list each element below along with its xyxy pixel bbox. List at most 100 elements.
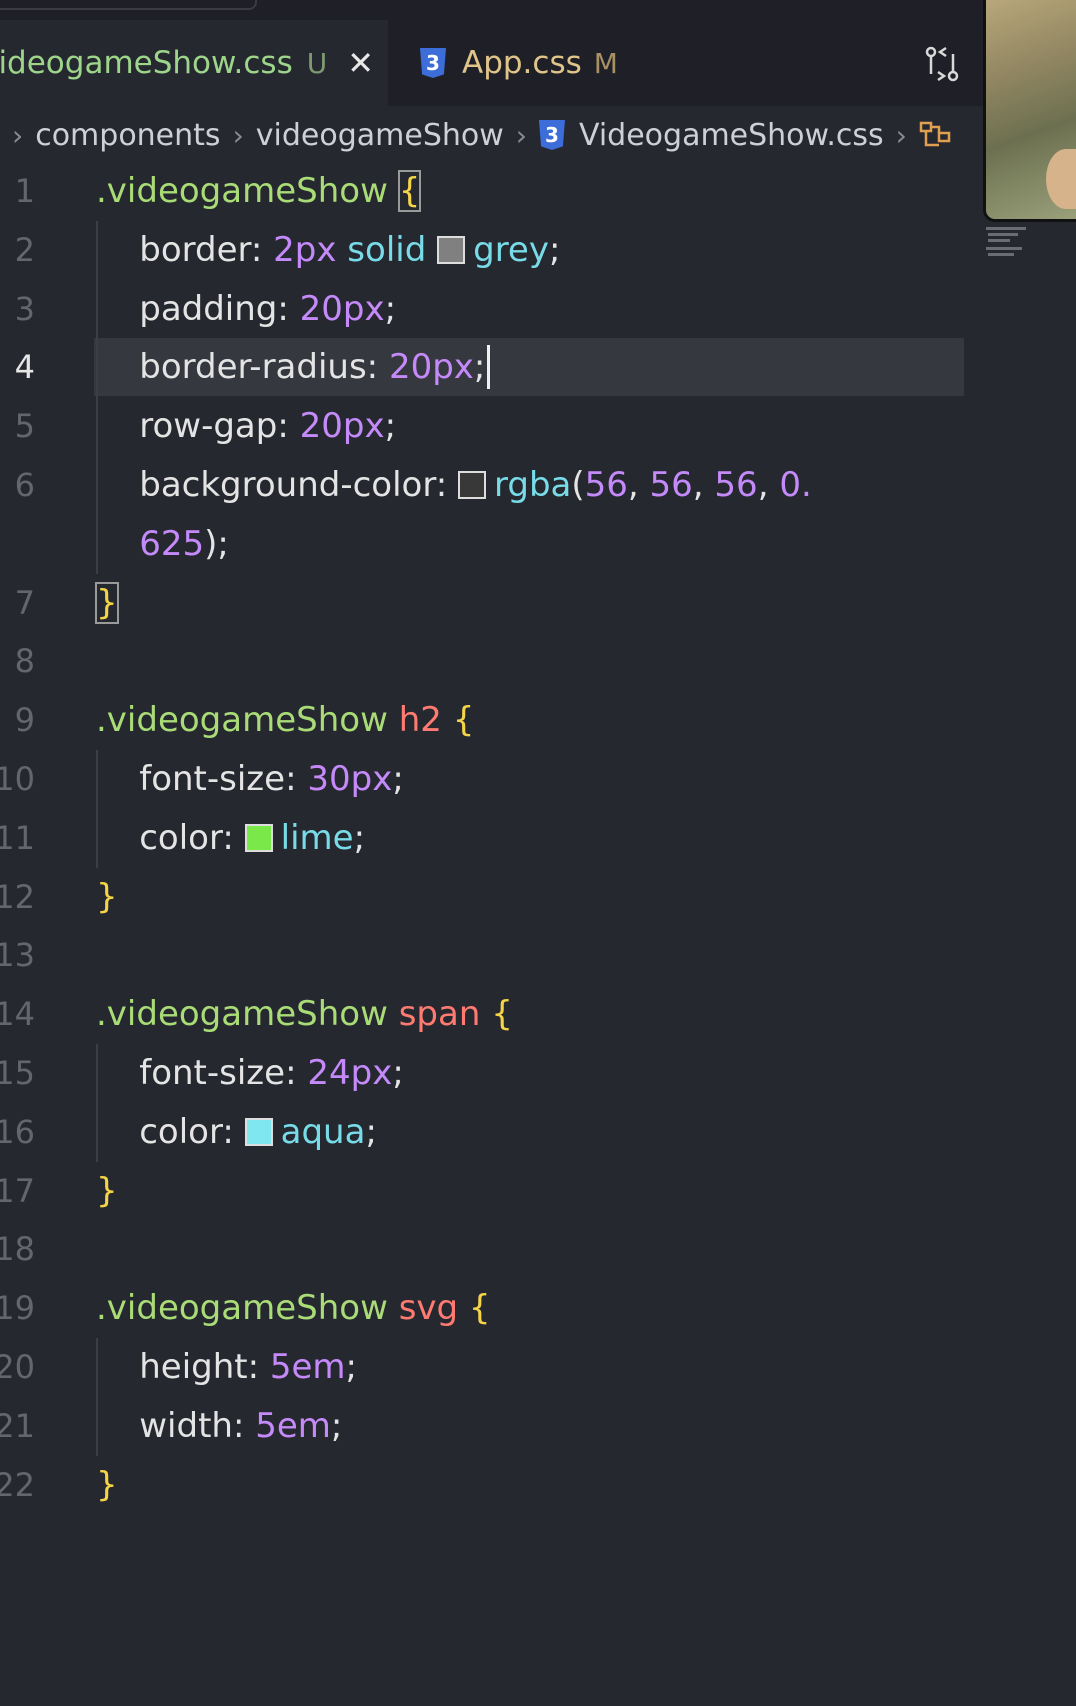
code-line[interactable]: 16 color: aqua; [0, 1103, 980, 1161]
code-line[interactable]: 12} [0, 868, 980, 926]
tab-videogameshow-css[interactable]: /ideogameShow.css U ✕ [0, 20, 388, 106]
code-line[interactable]: 1 .videogameShow { [0, 162, 980, 220]
close-tab-icon[interactable]: ✕ [347, 44, 374, 82]
css-file-icon: 3 [538, 120, 565, 150]
code-token: background-color: [96, 465, 458, 505]
chevron-right-icon: › [232, 118, 244, 152]
code-text: } [96, 868, 118, 926]
code-line[interactable]: 22} [0, 1456, 980, 1514]
color-swatch[interactable] [244, 1117, 273, 1146]
code-line[interactable]: 625); [0, 515, 980, 573]
tab-app-css[interactable]: 3 App.css M [388, 20, 696, 106]
code-text: color: aqua; [96, 1103, 377, 1161]
code-token: font-size: [96, 1053, 308, 1093]
webcam-overlay [983, 0, 1076, 222]
line-number: 2 [14, 230, 35, 269]
breadcrumb-item-components[interactable]: components [35, 118, 220, 153]
code-line[interactable]: 10 font-size: 30px; [0, 750, 980, 808]
tab-label: /ideogameShow.css [0, 45, 293, 81]
code-text: } [96, 1162, 118, 1220]
code-token: ; [330, 1405, 343, 1446]
code-token: aqua [280, 1111, 366, 1152]
indent-guide [96, 1044, 98, 1162]
code-line[interactable]: 19 .videogameShow svg { [0, 1279, 980, 1337]
chevron-right-icon: › [12, 118, 24, 152]
line-number: 11 [0, 818, 35, 857]
breadcrumb: › components › videogameShow › 3 Videoga… [0, 106, 980, 164]
line-number: 6 [14, 466, 35, 504]
code-line[interactable]: 6 background-color: rgba(56, 56, 56, 0. [0, 456, 980, 514]
code-line[interactable]: 17} [0, 1162, 980, 1220]
code-token: 56 [649, 465, 693, 505]
code-token: , [627, 465, 650, 505]
code-token: solid [347, 229, 438, 270]
compare-changes-icon[interactable] [922, 44, 962, 84]
code-token: 625 [96, 523, 205, 564]
code-token: 2px [273, 229, 348, 270]
breadcrumb-item-folder[interactable]: videogameShow [256, 118, 504, 153]
color-swatch[interactable] [437, 235, 466, 264]
code-token: 30px [307, 759, 393, 799]
code-token: ; [384, 406, 397, 447]
code-token: ; [345, 1347, 358, 1387]
code-token: border-radius: [96, 347, 389, 388]
code-line[interactable]: 3 padding: 20px; [0, 280, 980, 338]
code-token: 0. [779, 465, 812, 505]
code-token: width: [96, 1405, 256, 1446]
code-token: .videogameShow [96, 171, 399, 211]
code-line[interactable]: 2 border: 2px solid grey; [0, 221, 980, 279]
code-token: } [96, 1170, 118, 1211]
breadcrumb-item-file[interactable]: VideogameShow.css [579, 118, 884, 153]
code-line[interactable]: 15 font-size: 24px; [0, 1044, 980, 1102]
code-line[interactable]: 18 [0, 1220, 980, 1278]
code-line[interactable]: 20 height: 5em; [0, 1338, 980, 1396]
code-line[interactable]: 13 [0, 926, 980, 984]
code-token: { [452, 700, 475, 741]
code-token: ; [384, 288, 397, 329]
code-token: color: [96, 1111, 245, 1152]
code-text: row-gap: 20px; [96, 397, 396, 455]
text-cursor [487, 345, 491, 390]
line-number: 4 [14, 348, 35, 387]
code-token: .videogameShow [96, 1288, 399, 1329]
code-line[interactable]: 5 row-gap: 20px; [0, 397, 980, 455]
color-swatch[interactable] [244, 823, 273, 852]
code-token: span [398, 994, 492, 1035]
code-line[interactable]: 9 .videogameShow h2 { [0, 691, 980, 749]
code-token: rgba [493, 465, 572, 505]
code-token: ( [571, 465, 585, 505]
code-token: { [468, 1288, 491, 1329]
indent-guide [96, 220, 98, 574]
code-text: .videogameShow h2 { [96, 691, 474, 749]
symbol-structure-icon[interactable] [919, 119, 953, 151]
code-token: ; [548, 229, 561, 270]
code-token: 24px [307, 1053, 393, 1093]
code-text: font-size: 24px; [96, 1044, 404, 1102]
code-token: row-gap: [96, 406, 300, 447]
line-number: 21 [0, 1406, 35, 1445]
line-number: 18 [0, 1230, 35, 1269]
line-number: 12 [0, 877, 35, 916]
code-text: } [96, 1456, 118, 1514]
line-number: 3 [14, 289, 35, 328]
line-number: 10 [0, 760, 35, 798]
line-number: 7 [14, 583, 35, 622]
code-line[interactable]: 14 .videogameShow span { [0, 985, 980, 1043]
chevron-right-icon: › [515, 118, 527, 152]
code-token: ; [392, 759, 404, 799]
code-line[interactable]: 8 [0, 632, 980, 690]
code-token: .videogameShow [96, 700, 399, 741]
line-number: 14 [0, 995, 35, 1034]
code-token: ; [392, 1053, 404, 1093]
line-number: 1 [14, 172, 35, 210]
line-number: 15 [0, 1054, 35, 1092]
code-text: } [95, 574, 119, 632]
code-line[interactable]: 21 width: 5em; [0, 1397, 980, 1455]
code-text: font-size: 30px; [96, 750, 404, 808]
code-line[interactable]: 7} [0, 574, 980, 632]
code-line[interactable]: 11 color: lime; [0, 809, 980, 867]
color-swatch[interactable] [457, 471, 486, 499]
line-number: 5 [14, 407, 35, 446]
minimap[interactable] [984, 225, 1036, 275]
untracked-badge: U [306, 46, 328, 80]
